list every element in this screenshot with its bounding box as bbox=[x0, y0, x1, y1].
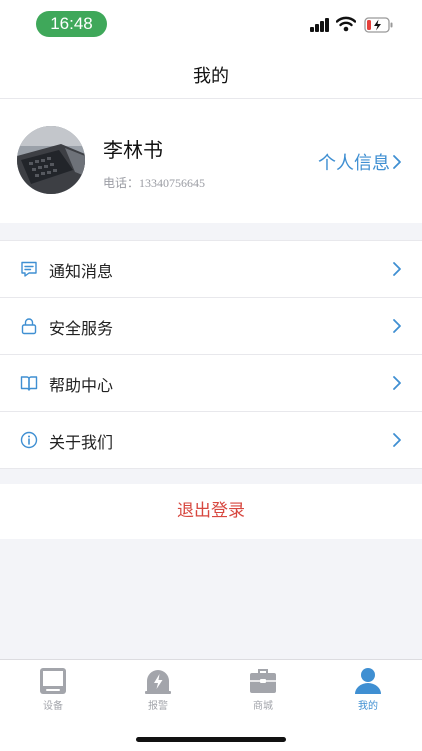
menu-item-label: 通知消息 bbox=[49, 262, 114, 281]
chevron-right-icon bbox=[393, 376, 401, 390]
tab-devices[interactable]: 设备 bbox=[23, 667, 83, 712]
chevron-right-icon bbox=[393, 319, 401, 333]
tab-shop[interactable]: 商城 bbox=[233, 667, 293, 712]
nav-bar: 我的 bbox=[0, 48, 422, 99]
personal-info-link[interactable]: 个人信息 bbox=[318, 149, 402, 175]
chevron-right-icon bbox=[393, 262, 401, 276]
alarm-icon bbox=[145, 670, 171, 694]
logout-button[interactable]: 退出登录 bbox=[0, 484, 422, 539]
menu-item-label: 帮助中心 bbox=[49, 376, 114, 395]
signal-icon bbox=[310, 18, 330, 32]
menu-item-about[interactable]: 关于我们 bbox=[0, 412, 422, 469]
profile-card: 李林书 电话：13340756645 个人信息 bbox=[0, 99, 422, 223]
menu-item-label: 关于我们 bbox=[49, 433, 114, 452]
device-icon bbox=[40, 668, 66, 694]
tab-label: 报警 bbox=[148, 701, 168, 712]
battery-charging-icon bbox=[364, 17, 393, 33]
tab-alarm[interactable]: 报警 bbox=[128, 667, 188, 712]
menu-item-help[interactable]: 帮助中心 bbox=[0, 355, 422, 412]
menu-item-notifications[interactable]: 通知消息 bbox=[0, 240, 422, 298]
status-bar: 16:48 bbox=[0, 0, 422, 48]
tab-mine[interactable]: 我的 bbox=[338, 667, 398, 712]
user-name: 李林书 bbox=[103, 138, 163, 162]
status-time: 16:48 bbox=[36, 11, 107, 37]
avatar[interactable] bbox=[17, 126, 85, 194]
personal-info-label: 个人信息 bbox=[318, 153, 390, 174]
menu-item-label: 安全服务 bbox=[49, 319, 114, 338]
page-title: 我的 bbox=[193, 66, 229, 87]
logout-label: 退出登录 bbox=[177, 501, 245, 521]
chevron-right-icon bbox=[393, 155, 401, 169]
settings-menu: 通知消息 安全服务 帮助中心 关于我们 bbox=[0, 240, 422, 469]
menu-item-security[interactable]: 安全服务 bbox=[0, 298, 422, 355]
tab-label: 我的 bbox=[358, 701, 378, 712]
avatar-photo-icon bbox=[17, 126, 85, 194]
person-icon bbox=[355, 668, 381, 694]
lock-icon bbox=[21, 318, 37, 335]
info-icon bbox=[20, 431, 38, 449]
chevron-right-icon bbox=[393, 433, 401, 447]
user-phone: 电话：13340756645 bbox=[103, 176, 206, 190]
book-icon bbox=[20, 376, 38, 391]
wifi-icon bbox=[336, 16, 356, 32]
tab-label: 商城 bbox=[253, 701, 273, 712]
message-icon bbox=[21, 261, 37, 277]
tab-label: 设备 bbox=[43, 701, 63, 712]
home-indicator[interactable] bbox=[136, 737, 286, 742]
shop-icon bbox=[250, 669, 276, 693]
